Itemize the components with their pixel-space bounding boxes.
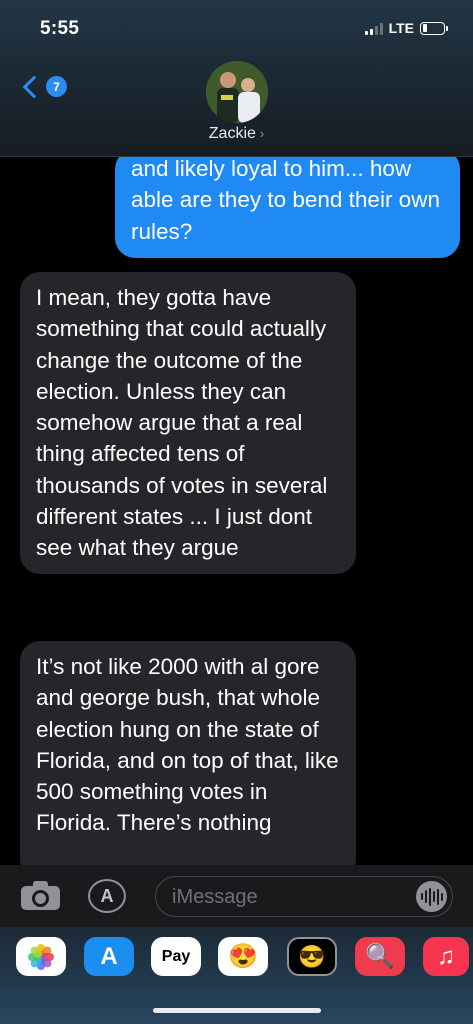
app-store-icon[interactable]: A xyxy=(88,879,126,913)
app-drawer: A Pay 😍 😎 🔍 ♫ xyxy=(0,927,473,1024)
contact-avatar[interactable] xyxy=(206,61,268,123)
message-placeholder: iMessage xyxy=(172,886,258,908)
photos-icon[interactable] xyxy=(16,937,66,976)
audio-waveform-icon[interactable] xyxy=(416,881,447,912)
compose-bar: A iMessage xyxy=(0,865,473,927)
app-store-icon[interactable]: A xyxy=(84,937,134,976)
home-indicator[interactable] xyxy=(153,1008,321,1013)
memoji-icon[interactable]: 😍 xyxy=(218,937,268,976)
music-icon[interactable]: ♫ xyxy=(423,937,469,976)
chevron-left-icon xyxy=(22,75,46,98)
web-search-icon[interactable]: 🔍 xyxy=(355,937,405,976)
outgoing-message[interactable]: and likely loyal to him... how able are … xyxy=(115,157,460,258)
contact-name-button[interactable]: Zackie › xyxy=(0,125,473,143)
incoming-message[interactable]: It’s not like 2000 with al gore and geor… xyxy=(20,641,356,865)
status-time: 5:55 xyxy=(40,18,80,39)
status-indicators: LTE xyxy=(364,20,448,36)
contact-photo xyxy=(206,61,268,123)
signal-icon xyxy=(364,22,383,35)
network-type: LTE xyxy=(388,20,414,36)
camera-icon[interactable] xyxy=(21,881,60,910)
incoming-message[interactable]: I mean, they gotta have something that c… xyxy=(20,272,356,574)
message-input[interactable]: iMessage xyxy=(155,876,453,917)
battery-icon xyxy=(420,21,448,35)
chevron-right-icon: › xyxy=(259,126,265,141)
conversation-header: 5:55 LTE 7 Zackie › xyxy=(0,0,473,157)
message-thread[interactable]: and likely loyal to him... how able are … xyxy=(0,157,473,865)
back-button[interactable]: 7 xyxy=(20,75,67,98)
unread-count-badge: 7 xyxy=(46,76,67,97)
contact-name: Zackie xyxy=(208,125,256,142)
apple-pay-icon[interactable]: Pay xyxy=(151,937,201,976)
memoji-sticker-icon[interactable]: 😎 xyxy=(287,937,337,976)
